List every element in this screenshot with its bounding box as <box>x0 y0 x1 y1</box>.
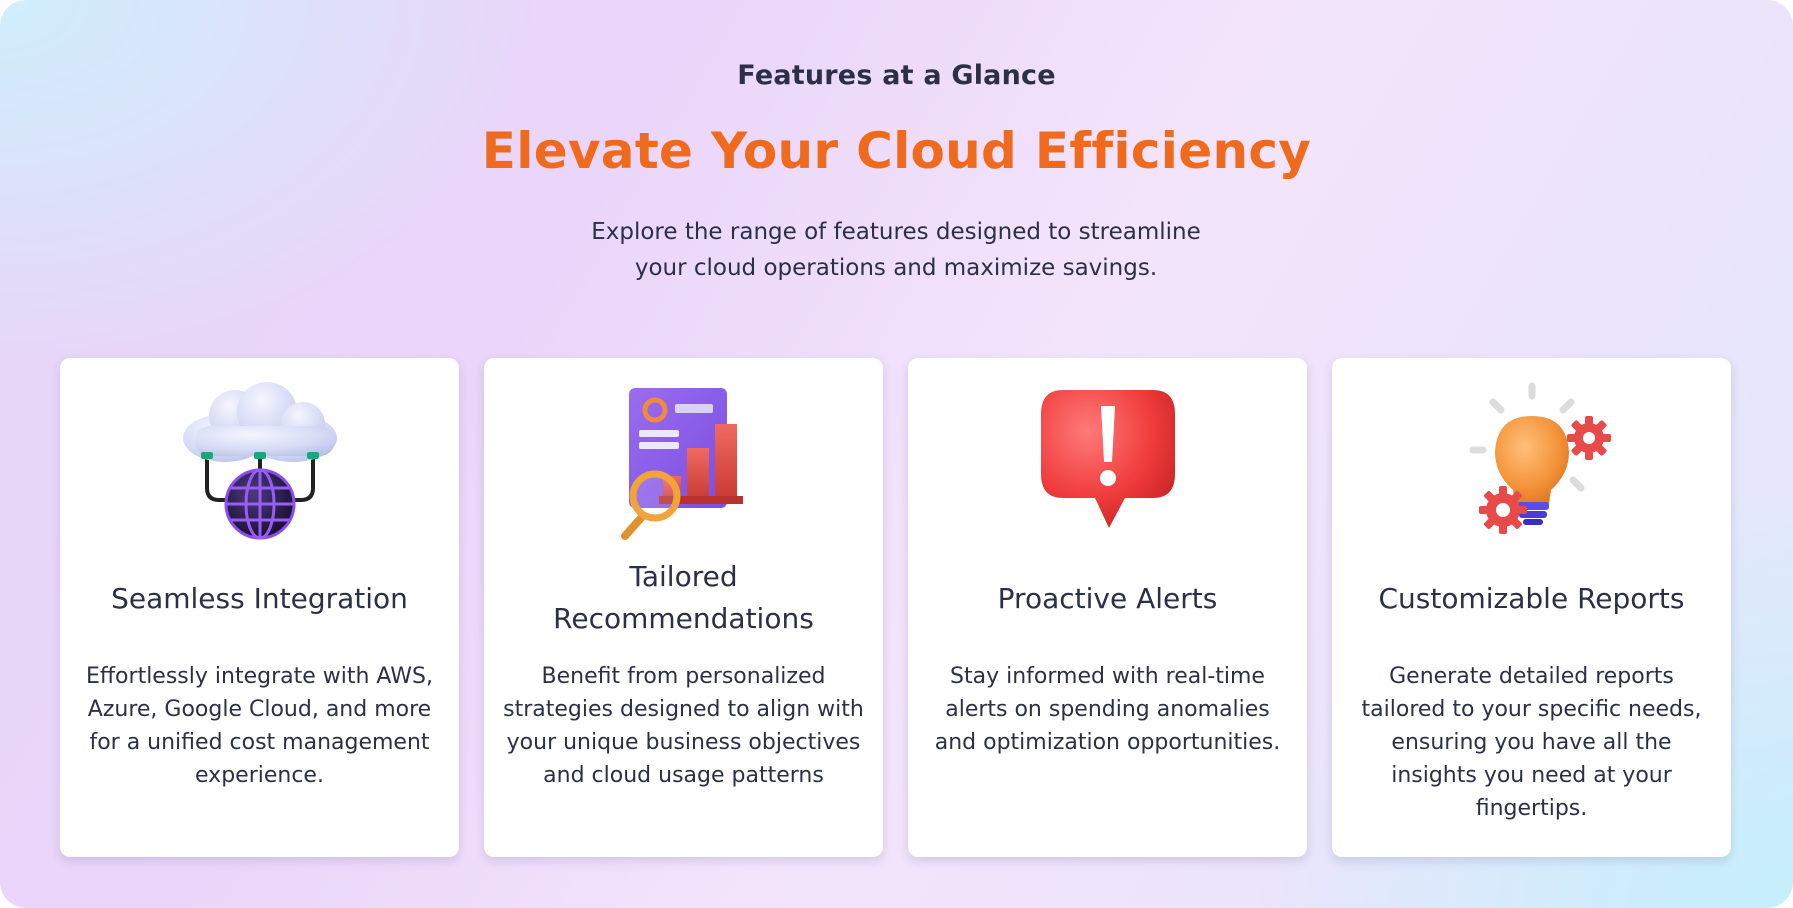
section-headline: Elevate Your Cloud Efficiency <box>481 122 1312 180</box>
section-subtext-line-2: your cloud operations and maximize savin… <box>634 255 1158 281</box>
section-eyebrow: Features at a Glance <box>737 60 1056 91</box>
feature-card-title: Customizable Reports <box>1378 582 1685 615</box>
feature-card-description: Generate detailed reports tailored to yo… <box>1361 664 1702 821</box>
feature-card-proactive-alerts: Proactive Alerts Stay informed with real… <box>908 358 1307 857</box>
feature-card-description: Effortlessly integrate with AWS, Azure, … <box>86 664 433 788</box>
alert-speech-bubble-icon <box>908 378 1307 543</box>
feature-card-tailored-recommendations: Tailored Recommendations Benefit from pe… <box>484 358 883 857</box>
report-chart-magnifier-icon <box>484 378 883 543</box>
feature-card-description: Stay informed with real-time alerts on s… <box>934 664 1281 755</box>
feature-card-seamless-integration: Seamless Integration Effortlessly integr… <box>60 358 459 857</box>
feature-card-description: Benefit from personalized strategies des… <box>503 664 864 788</box>
section-subtext-line-1: Explore the range of features designed t… <box>591 219 1201 245</box>
section-subtext: Explore the range of features designed t… <box>546 214 1246 286</box>
feature-card-title: Proactive Alerts <box>997 582 1218 615</box>
feature-card-customizable-reports: Customizable Reports Generate detailed r… <box>1332 358 1731 857</box>
features-section: Features at a Glance Elevate Your Cloud … <box>0 0 1793 908</box>
lightbulb-gears-icon <box>1332 378 1731 543</box>
feature-card-title: Seamless Integration <box>111 582 408 615</box>
feature-card-title: Tailored Recommendations <box>553 560 814 635</box>
cloud-globe-icon <box>60 378 459 543</box>
